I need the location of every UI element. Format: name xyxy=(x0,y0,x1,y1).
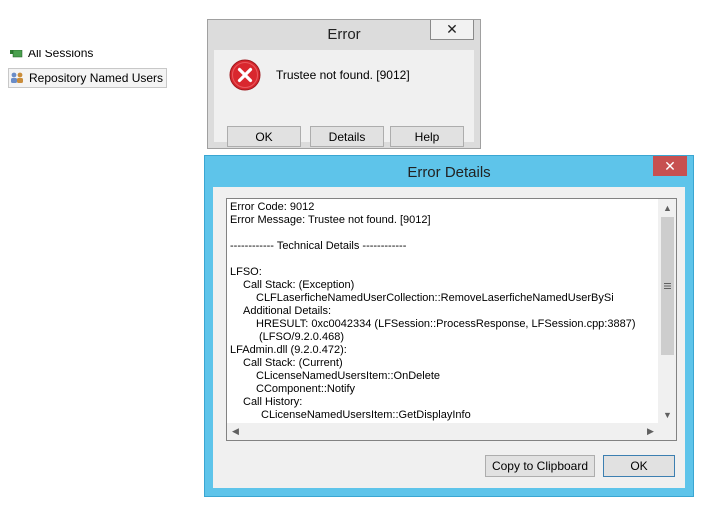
error-details-title: Error Details xyxy=(407,164,491,181)
scroll-down-icon[interactable]: ▼ xyxy=(659,406,676,423)
close-button[interactable]: ✕ xyxy=(430,20,474,40)
error-dialog-content: Trustee not found. [9012] OK Details Hel… xyxy=(214,50,474,147)
details-line: Error Message: Trustee not found. [9012] xyxy=(230,214,431,226)
scroll-up-icon[interactable]: ▲ xyxy=(659,199,676,216)
details-line: ------------ Technical Details ---------… xyxy=(230,240,407,252)
details-line xyxy=(230,227,658,240)
details-line: CLFLaserficheNamedUserCollection::Remove… xyxy=(256,292,614,304)
grip-icon xyxy=(664,283,671,289)
details-button[interactable]: Details xyxy=(310,126,384,147)
sessions-icon xyxy=(8,50,24,60)
horizontal-scrollbar[interactable]: ◀ ▶ xyxy=(227,423,659,440)
error-details-dialog: Error Details ✕ Error Code: 9012 Error Me… xyxy=(204,155,694,497)
details-line: Error Code: 9012 xyxy=(230,201,315,213)
details-line: CLicenseNamedUsersItem::OnDelete xyxy=(256,370,441,382)
tree-item-label: All Sessions xyxy=(28,50,94,60)
error-details-content: Error Code: 9012 Error Message: Trustee n… xyxy=(213,187,685,488)
vertical-scrollbar[interactable]: ▲ ▼ xyxy=(658,199,676,423)
scrollbar-corner xyxy=(659,423,676,440)
scroll-left-icon[interactable]: ◀ xyxy=(227,423,244,440)
error-details-titlebar[interactable]: Error Details ✕ xyxy=(205,156,693,187)
details-text[interactable]: Error Code: 9012 Error Message: Trustee n… xyxy=(230,201,658,423)
help-button[interactable]: Help xyxy=(390,126,464,147)
details-line: CLicenseNamedUsersItem::GetDisplayInfo xyxy=(261,409,471,421)
details-line: LFAdmin.dll (9.2.0.472): xyxy=(230,344,347,356)
error-details-textbox[interactable]: Error Code: 9012 Error Message: Trustee n… xyxy=(226,198,677,441)
tree-item-repository-named-users[interactable]: Repository Named Users xyxy=(8,68,168,88)
error-message: Trustee not found. [9012] xyxy=(276,68,410,82)
ok-button[interactable]: OK xyxy=(603,455,675,477)
details-line xyxy=(230,253,658,266)
close-icon: ✕ xyxy=(446,21,458,37)
close-button[interactable]: ✕ xyxy=(653,156,687,176)
details-line: CComponent::Notify xyxy=(256,383,356,395)
scroll-thumb[interactable] xyxy=(661,217,674,355)
close-icon: ✕ xyxy=(664,157,676,174)
details-line: (LFSO/9.2.0.468) xyxy=(259,331,344,343)
details-line: Additional Details: xyxy=(243,305,332,317)
details-line: Call Stack: (Current) xyxy=(243,357,343,369)
scroll-right-icon[interactable]: ▶ xyxy=(642,423,659,440)
tree-item-label: Repository Named Users xyxy=(29,71,164,85)
named-users-icon xyxy=(9,71,25,85)
ok-button[interactable]: OK xyxy=(227,126,301,147)
copy-to-clipboard-button[interactable]: Copy to Clipboard xyxy=(485,455,595,477)
details-line: HRESULT: 0xc0042334 (LFSession::ProcessR… xyxy=(256,318,636,330)
error-dialog-titlebar[interactable]: Error ✕ xyxy=(208,20,480,49)
details-line: LFSO: xyxy=(230,266,262,278)
details-line: Call History: xyxy=(243,396,303,408)
error-dialog: Error ✕ Trustee not found. [9012] OK Det… xyxy=(207,19,481,149)
error-icon xyxy=(229,59,261,91)
details-line: Call Stack: (Exception) xyxy=(243,279,355,291)
tree-item-all-sessions[interactable]: All Sessions xyxy=(8,50,93,64)
